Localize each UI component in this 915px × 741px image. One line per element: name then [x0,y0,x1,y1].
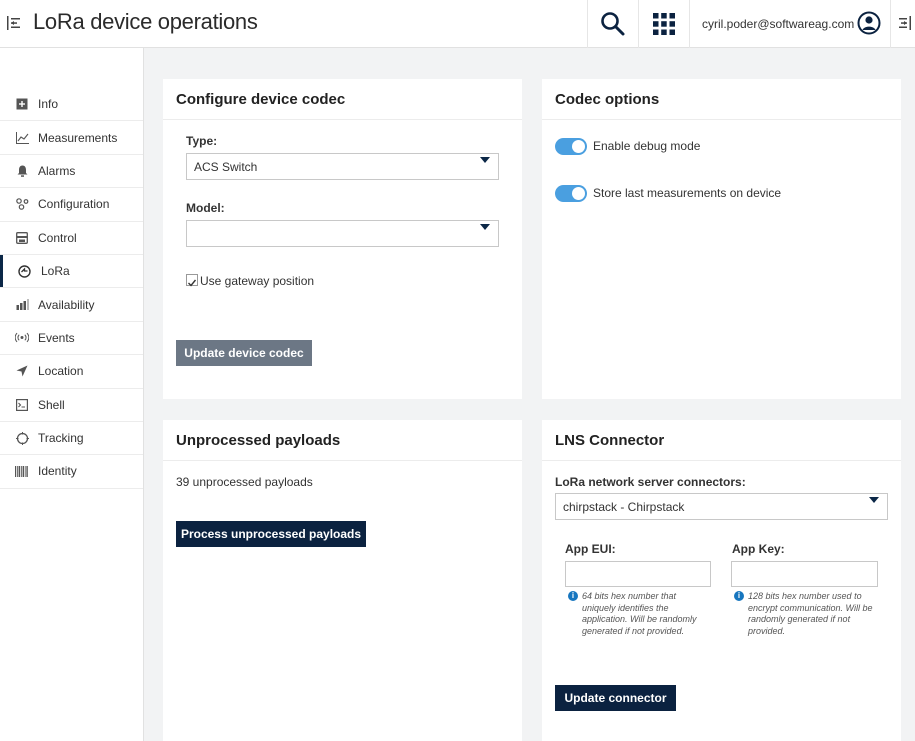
menu-toggle-icon[interactable] [6,14,22,32]
sidebar-item-label: Availability [38,297,95,312]
page-title: LoRa device operations [33,9,258,34]
toggle-knob [572,140,585,153]
app-eui-label: App EUI: [565,542,616,556]
store-measurements-label: Store last measurements on device [593,186,782,200]
lns-connector-card: LNS Connector LoRa network server connec… [542,420,901,741]
sidebar-item-alarms[interactable]: Alarms [0,155,143,189]
store-measurements-toggle[interactable] [555,185,587,202]
events-icon [15,331,29,345]
type-select[interactable]: ACS Switch [186,153,499,180]
card-title: LNS Connector [542,420,901,461]
process-payloads-button[interactable]: Process unprocessed payloads [176,521,366,547]
connector-select[interactable]: chirpstack - Chirpstack [555,493,888,520]
update-codec-button[interactable]: Update device codec [176,340,312,366]
app-key-help: 128 bits hex number used to encrypt comm… [748,591,873,636]
control-icon [15,231,29,245]
sidebar-item-shell[interactable]: Shell [0,389,143,422]
sidebar-item-label: Events [38,330,75,345]
card-title: Configure device codec [163,79,522,120]
sidebar-item-label: Location [38,364,84,379]
sidebar-item-identity[interactable]: Identity [0,455,143,489]
lora-icon [17,264,31,278]
app-eui-input[interactable] [565,561,711,587]
configure-codec-card: Configure device codec Type: ACS Switch … [163,79,522,399]
sidebar-item-availability[interactable]: Availability [0,288,143,322]
configuration-icon [15,197,29,211]
sidebar-item-label: Tracking [38,431,84,446]
top-bar: LoRa device operations cyril.poder@softw… [0,0,915,48]
use-gateway-label[interactable]: Use gateway position [200,274,314,288]
connectors-label: LoRa network server connectors: [555,475,746,489]
search-icon[interactable] [598,9,628,39]
sidebar-item-label: Measurements [38,130,118,145]
sidebar-item-label: Control [38,230,77,245]
sidebar-item-label: Configuration [38,197,110,212]
right-drawer-icon[interactable] [898,15,912,31]
sidebar-item-label: Shell [38,397,65,412]
sidebar-nav: Info Measurements Alarms Configuration C… [0,88,143,489]
type-label: Type: [186,134,218,148]
sidebar-item-label: Identity [38,464,77,479]
barcode-icon [15,464,29,478]
model-label: Model: [186,201,225,215]
app-key-input[interactable] [731,561,878,587]
header-divider [689,0,690,48]
tracking-icon [15,431,29,445]
debug-mode-label: Enable debug mode [593,139,701,153]
use-gateway-checkbox[interactable] [186,274,198,287]
app-key-label: App Key: [732,542,785,556]
chevron-down-icon [480,157,490,163]
chevron-down-icon [869,497,879,503]
card-title: Unprocessed payloads [163,420,522,461]
codec-options-card: Codec options Enable debug mode Store la… [542,79,901,399]
shell-icon [15,398,29,412]
connector-select-value: chirpstack - Chirpstack [563,500,685,514]
chevron-down-icon [480,224,490,230]
app-eui-help: 64 bits hex number that uniquely identif… [582,591,697,636]
info-icon: i [568,591,578,601]
toggle-knob [572,187,585,200]
measurements-icon [15,131,29,145]
type-select-value: ACS Switch [194,160,258,174]
header-divider [638,0,639,48]
availability-icon [15,298,29,312]
header-divider [890,0,891,48]
checkmark-icon [188,279,197,287]
sidebar-item-label: Info [38,97,59,112]
bell-icon [15,164,29,178]
sidebar-item-lora[interactable]: LoRa [0,254,143,289]
sidebar-item-control[interactable]: Control [0,222,143,255]
sidebar: Info Measurements Alarms Configuration C… [0,48,144,741]
card-title: Codec options [542,79,901,120]
model-select[interactable] [186,220,499,247]
sidebar-item-info[interactable]: Info [0,88,143,122]
location-icon [15,364,29,378]
update-connector-button[interactable]: Update connector [555,685,676,711]
info-icon: i [734,591,744,601]
sidebar-item-location[interactable]: Location [0,355,143,389]
sidebar-item-events[interactable]: Events [0,322,143,356]
unprocessed-count: 39 unprocessed payloads [176,475,313,489]
user-icon[interactable] [857,11,881,35]
info-icon [15,97,29,111]
sidebar-item-tracking[interactable]: Tracking [0,422,143,456]
user-email[interactable]: cyril.poder@softwareag.com [702,17,854,31]
sidebar-item-measurements[interactable]: Measurements [0,121,143,155]
sidebar-item-configuration[interactable]: Configuration [0,188,143,222]
unprocessed-payloads-card: Unprocessed payloads 39 unprocessed payl… [163,420,522,741]
app-switcher-icon[interactable] [650,10,678,38]
header-divider [587,0,588,48]
debug-mode-toggle[interactable] [555,138,587,155]
sidebar-item-label: Alarms [38,163,76,178]
sidebar-item-label: LoRa [41,264,70,279]
